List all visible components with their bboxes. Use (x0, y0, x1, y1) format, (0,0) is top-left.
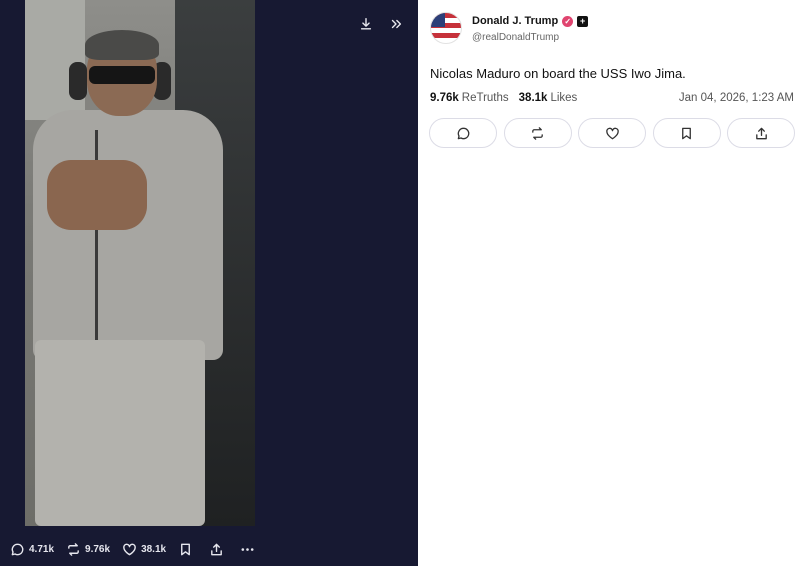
avatar[interactable] (430, 12, 462, 44)
figure-legs (35, 340, 205, 526)
post-panel: Donald J. Trump ✓ + @realDonaldTrump Nic… (418, 0, 800, 566)
media-replies-count: 4.71k (29, 543, 55, 555)
image-background-light (25, 0, 85, 120)
plus-badge-icon: + (577, 15, 589, 27)
verified-icon: ✓ (562, 15, 574, 27)
likes-label[interactable]: Likes (550, 92, 577, 104)
share-icon (211, 543, 222, 555)
media-viewer: 4.71k 9.76k 38.1k (0, 0, 418, 566)
download-icon[interactable] (354, 12, 378, 36)
author-name-row[interactable]: Donald J. Trump ✓ + (472, 15, 589, 27)
ear-muff-left (69, 62, 87, 100)
bookmark-button[interactable] (652, 118, 721, 148)
author-handle[interactable]: @realDonaldTrump (472, 32, 559, 43)
media-reply-button[interactable]: 4.71k (10, 542, 54, 557)
media-likes-count: 38.1k (141, 543, 167, 555)
media-share-button[interactable] (209, 542, 224, 557)
media-retruth-button[interactable]: 9.76k (66, 542, 110, 557)
blindfold (89, 66, 155, 84)
retruth-icon (68, 542, 79, 556)
share-icon (755, 127, 767, 139)
like-button[interactable] (578, 118, 646, 148)
retruth-button[interactable] (503, 118, 572, 148)
post-timestamp[interactable]: Jan 04, 2026, 1:23 AM (679, 92, 794, 104)
bookmark-icon (682, 127, 691, 139)
more-icon (241, 547, 254, 551)
bookmark-icon (181, 543, 191, 555)
media-stats-bar: 4.71k 9.76k 38.1k (10, 538, 271, 560)
figure-hair (85, 30, 159, 60)
author-name: Donald J. Trump (472, 15, 559, 27)
post-image[interactable] (25, 0, 255, 526)
post-text: Nicolas Maduro on board the USS Iwo Jima… (430, 66, 686, 81)
media-like-button[interactable]: 38.1k (122, 542, 166, 557)
engagement-counts: 9.76k ReTruths 38.1k Likes (430, 92, 587, 104)
reply-icon (11, 543, 24, 555)
likes-count[interactable]: 38.1k (519, 92, 548, 104)
media-bookmark-button[interactable] (178, 542, 193, 557)
retruths-label[interactable]: ReTruths (462, 92, 509, 104)
reply-button[interactable] (429, 118, 497, 148)
retruth-icon (532, 126, 543, 140)
post-actions (429, 118, 795, 148)
figure-hands (47, 160, 147, 230)
media-retruths-count: 9.76k (85, 543, 111, 555)
avatar-flag-canton (431, 13, 445, 27)
reply-icon (457, 127, 469, 139)
like-icon (123, 543, 136, 555)
chevrons-right-icon[interactable] (384, 12, 408, 36)
media-more-button[interactable] (240, 542, 255, 557)
retruths-count[interactable]: 9.76k (430, 92, 459, 104)
share-button[interactable] (727, 118, 795, 148)
figure-torso (33, 110, 223, 360)
like-icon (605, 127, 619, 139)
